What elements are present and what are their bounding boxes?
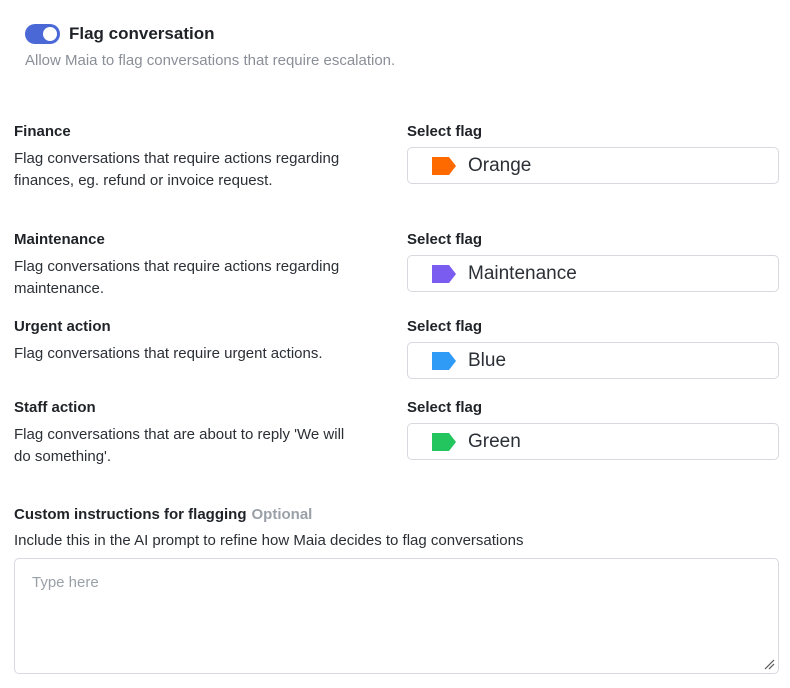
optional-tag: Optional xyxy=(251,506,313,523)
flag-select-urgent-action[interactable]: Blue xyxy=(407,342,779,379)
flag-name: Orange xyxy=(468,154,532,176)
toggle-title: Flag conversation xyxy=(69,24,215,43)
custom-instructions-textarea[interactable] xyxy=(14,558,779,674)
category-label: Staff action xyxy=(14,399,96,416)
flag-select-maintenance[interactable]: Maintenance xyxy=(407,255,779,292)
flag-select-finance[interactable]: Orange xyxy=(407,147,779,184)
flag-tag-icon xyxy=(432,351,456,370)
flag-conversation-toggle-row: Flag conversation xyxy=(25,24,214,44)
category-label: Urgent action xyxy=(14,318,111,335)
select-flag-label: Select flag xyxy=(407,231,483,248)
category-description: Flag conversations that require urgent a… xyxy=(14,345,323,362)
custom-instructions-title: Custom instructions for flagging xyxy=(14,506,247,523)
category-description: Flag conversations that require actions … xyxy=(14,258,340,297)
flag-name: Maintenance xyxy=(468,262,577,284)
custom-instructions-description: Include this in the AI prompt to refine … xyxy=(14,532,524,549)
category-description: Flag conversations that are about to rep… xyxy=(14,426,345,465)
custom-instructions-label: Custom instructions for flagging Optional xyxy=(14,506,312,523)
flag-tag-icon xyxy=(432,264,456,283)
select-flag-label: Select flag xyxy=(407,399,483,416)
toggle-knob xyxy=(43,27,57,41)
flag-tag-icon xyxy=(432,156,456,175)
select-flag-label: Select flag xyxy=(407,318,483,335)
category-label: Finance xyxy=(14,123,71,140)
flag-tag-icon xyxy=(432,432,456,451)
resize-handle-icon[interactable] xyxy=(763,658,775,670)
toggle-description: Allow Maia to flag conversations that re… xyxy=(25,52,396,69)
category-label: Maintenance xyxy=(14,231,105,248)
category-description: Flag conversations that require actions … xyxy=(14,150,340,189)
flag-name: Green xyxy=(468,430,521,452)
flag-conversation-toggle[interactable] xyxy=(25,24,60,44)
select-flag-label: Select flag xyxy=(407,123,483,140)
flag-select-staff-action[interactable]: Green xyxy=(407,423,779,460)
flag-name: Blue xyxy=(468,349,507,371)
